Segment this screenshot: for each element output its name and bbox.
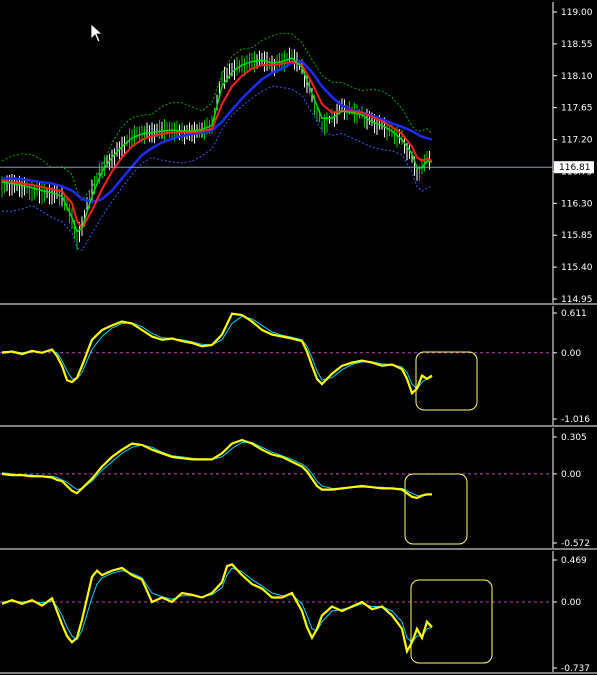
tick-label: 0.00 [561, 349, 581, 359]
tick-label: -1.016 [561, 415, 590, 425]
tick-label: -0.737 [561, 664, 590, 674]
tick-label: -0.572 [561, 539, 590, 549]
current-price-label: 116.81 [559, 163, 591, 173]
tick-label: 117.65 [561, 104, 593, 114]
tick-label: 0.469 [561, 556, 587, 566]
tick-label: 114.95 [561, 295, 593, 305]
chart-background [0, 0, 597, 675]
tick-label: 0.305 [561, 433, 587, 443]
tick-label: 0.00 [561, 470, 581, 480]
tick-label: 115.40 [561, 263, 593, 273]
tick-label: 118.55 [561, 40, 593, 50]
tick-label: 116.30 [561, 199, 593, 209]
tick-label: 118.10 [561, 72, 593, 82]
tick-label: 0.611 [561, 309, 587, 319]
tick-label: 115.85 [561, 231, 593, 241]
trading-chart: 119.00118.55118.10117.65117.20116.75116.… [0, 0, 597, 675]
tick-label: 0.00 [561, 598, 581, 608]
tick-label: 117.20 [561, 136, 593, 146]
tick-label: 119.00 [561, 8, 593, 18]
